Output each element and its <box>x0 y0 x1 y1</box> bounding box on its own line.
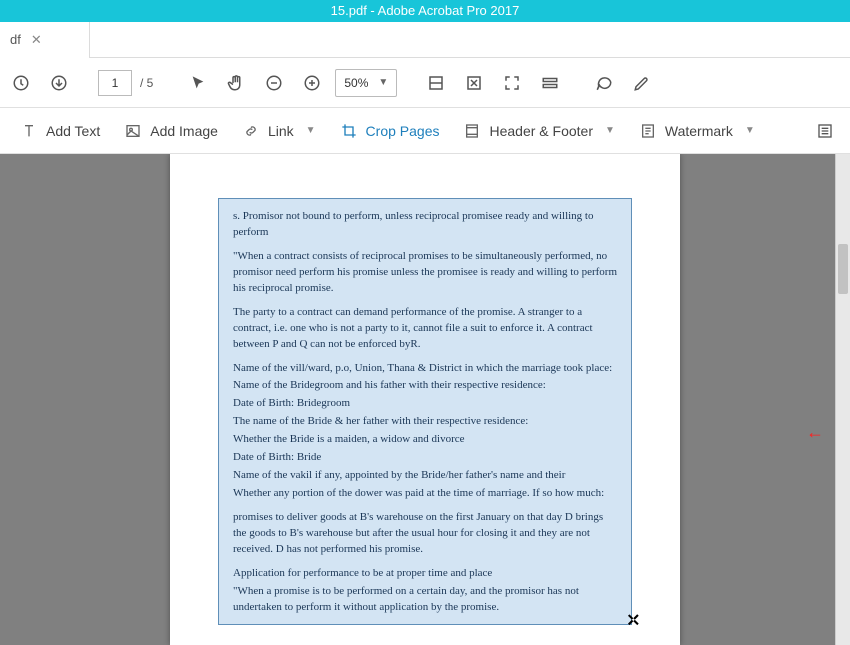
tab-strip: df ✕ <box>0 22 850 58</box>
image-icon <box>124 122 142 140</box>
chevron-down-icon: ▼ <box>306 125 316 136</box>
doc-text: The party to a contract can demand perfo… <box>233 305 617 353</box>
view-mode-icon[interactable] <box>535 68 565 98</box>
doc-text: Name of the vill/ward, p.o, Union, Thana… <box>233 361 617 377</box>
chevron-down-icon: ▼ <box>378 77 388 88</box>
doc-text: Name of the vakil if any, appointed by t… <box>233 468 617 484</box>
crop-icon <box>340 122 358 140</box>
chevron-down-icon: ▼ <box>605 125 615 136</box>
document-tab[interactable]: df ✕ <box>0 22 90 58</box>
highlight-icon[interactable] <box>627 68 657 98</box>
doc-text: Application for performance to be at pro… <box>233 566 617 582</box>
doc-text: "When a promise is to be performed on a … <box>233 584 617 616</box>
hand-tool-icon[interactable] <box>221 68 251 98</box>
page-number-input[interactable] <box>98 70 132 96</box>
doc-text: Name of the Bridegroom and his father wi… <box>233 378 617 394</box>
link-button[interactable]: Link ▼ <box>232 116 326 146</box>
doc-text: "When a contract consists of reciprocal … <box>233 249 617 297</box>
watermark-button[interactable]: Watermark ▼ <box>629 116 765 146</box>
crop-pages-button[interactable]: Crop Pages <box>330 116 450 146</box>
chevron-down-icon: ▼ <box>745 125 755 136</box>
add-text-button[interactable]: Add Text <box>10 116 110 146</box>
zoom-out-icon[interactable] <box>259 68 289 98</box>
crop-selection[interactable]: s. Promisor not bound to perform, unless… <box>218 198 632 625</box>
watermark-icon <box>639 122 657 140</box>
fit-page-icon[interactable] <box>459 68 489 98</box>
main-toolbar: / 5 50% ▼ <box>0 58 850 108</box>
document-workspace[interactable]: ↖ s. Promisor not bound to perform, unle… <box>0 154 850 645</box>
fit-width-icon[interactable] <box>421 68 451 98</box>
window-title-bar: 15.pdf - Adobe Acrobat Pro 2017 <box>0 0 850 22</box>
link-icon <box>242 122 260 140</box>
vertical-scrollbar[interactable] <box>835 154 850 645</box>
doc-text: promises to deliver goods at B's warehou… <box>233 510 617 558</box>
doc-text: Whether any portion of the dower was pai… <box>233 486 617 502</box>
doc-text: Date of Birth: Bride <box>233 450 617 466</box>
doc-text: Whether the Bride is a maiden, a widow a… <box>233 432 617 448</box>
comment-icon[interactable] <box>589 68 619 98</box>
tab-close-icon[interactable]: ✕ <box>31 32 42 48</box>
page-total: / 5 <box>140 76 153 90</box>
pointer-tool-icon[interactable] <box>183 68 213 98</box>
tab-label: df <box>10 32 21 47</box>
annotation-arrow-icon: ← <box>806 422 824 443</box>
doc-text: Date of Birth: Bridegroom <box>233 396 617 412</box>
header-footer-button[interactable]: Header & Footer ▼ <box>453 116 624 146</box>
edit-toolbar: Add Text Add Image Link ▼ Crop Pages Hea… <box>0 108 850 154</box>
pdf-page[interactable]: s. Promisor not bound to perform, unless… <box>170 154 680 645</box>
window-title: 15.pdf - Adobe Acrobat Pro 2017 <box>331 3 520 18</box>
header-footer-icon <box>463 122 481 140</box>
fullscreen-icon[interactable] <box>497 68 527 98</box>
zoom-select[interactable]: 50% ▼ <box>335 69 397 97</box>
text-icon <box>20 122 38 140</box>
add-image-button[interactable]: Add Image <box>114 116 228 146</box>
zoom-value: 50% <box>344 76 368 90</box>
zoom-in-icon[interactable] <box>297 68 327 98</box>
save-icon[interactable] <box>6 68 36 98</box>
scroll-thumb[interactable] <box>838 244 848 294</box>
doc-text: s. Promisor not bound to perform, unless… <box>233 209 617 241</box>
more-options-icon[interactable] <box>810 116 840 146</box>
doc-text: The name of the Bride & her father with … <box>233 414 617 430</box>
download-icon[interactable] <box>44 68 74 98</box>
